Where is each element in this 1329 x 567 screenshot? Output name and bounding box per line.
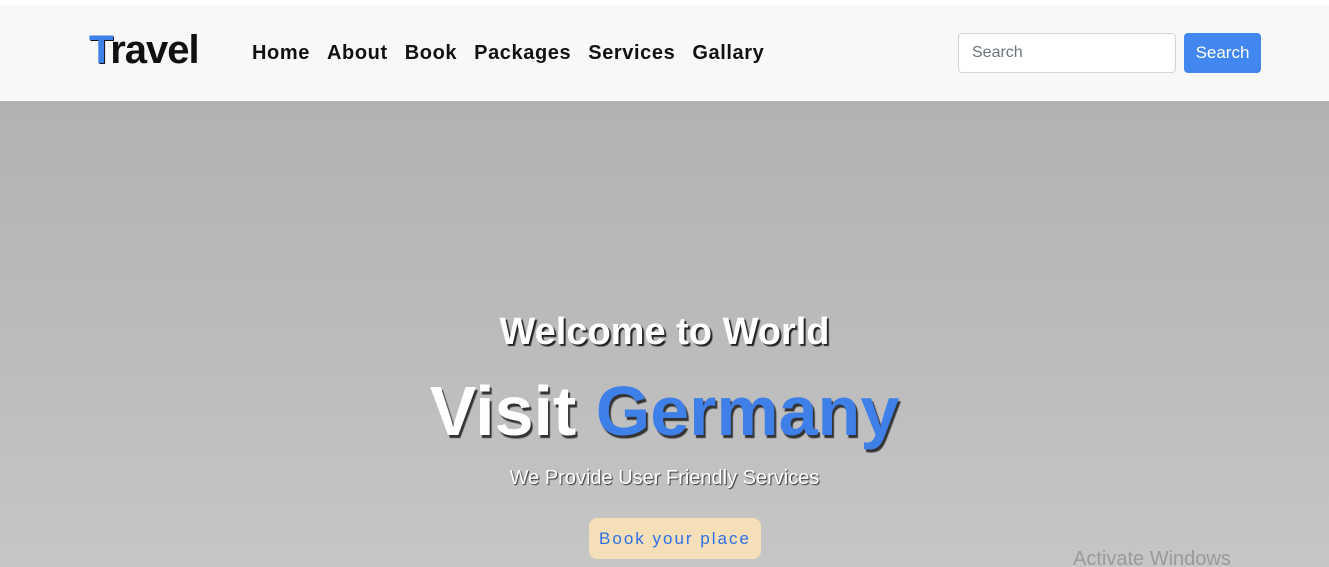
hero-title: Visit Germany [0,369,1329,453]
nav-link-about[interactable]: About [327,41,388,65]
hero-subtitle: We Provide User Friendly Services [509,467,820,489]
navbar: Travel Home About Book Packages Services… [0,5,1329,101]
search-input[interactable] [958,33,1176,73]
nav-link-home[interactable]: Home [252,41,310,65]
hero-welcome-heading: Welcome to World [499,311,830,353]
hero-title-accent: Germany [595,372,900,450]
nav-link-gallary[interactable]: Gallary [692,41,764,65]
activate-windows-watermark: Activate Windows [1073,548,1231,567]
nav-link-book[interactable]: Book [405,41,457,65]
hero-section: Welcome to World Visit Germany We Provid… [0,101,1329,567]
book-your-place-button[interactable]: Book your place [589,518,761,559]
nav-link-packages[interactable]: Packages [474,41,571,65]
search-button[interactable]: Search [1184,33,1261,73]
brand-name: ravel [110,28,199,72]
brand-logo[interactable]: Travel [89,27,200,73]
nav-links: Home About Book Packages Services Gallar… [252,41,781,65]
hero-title-plain: Visit [429,372,577,450]
brand-initial: T [89,28,111,72]
nav-link-services[interactable]: Services [588,41,675,65]
